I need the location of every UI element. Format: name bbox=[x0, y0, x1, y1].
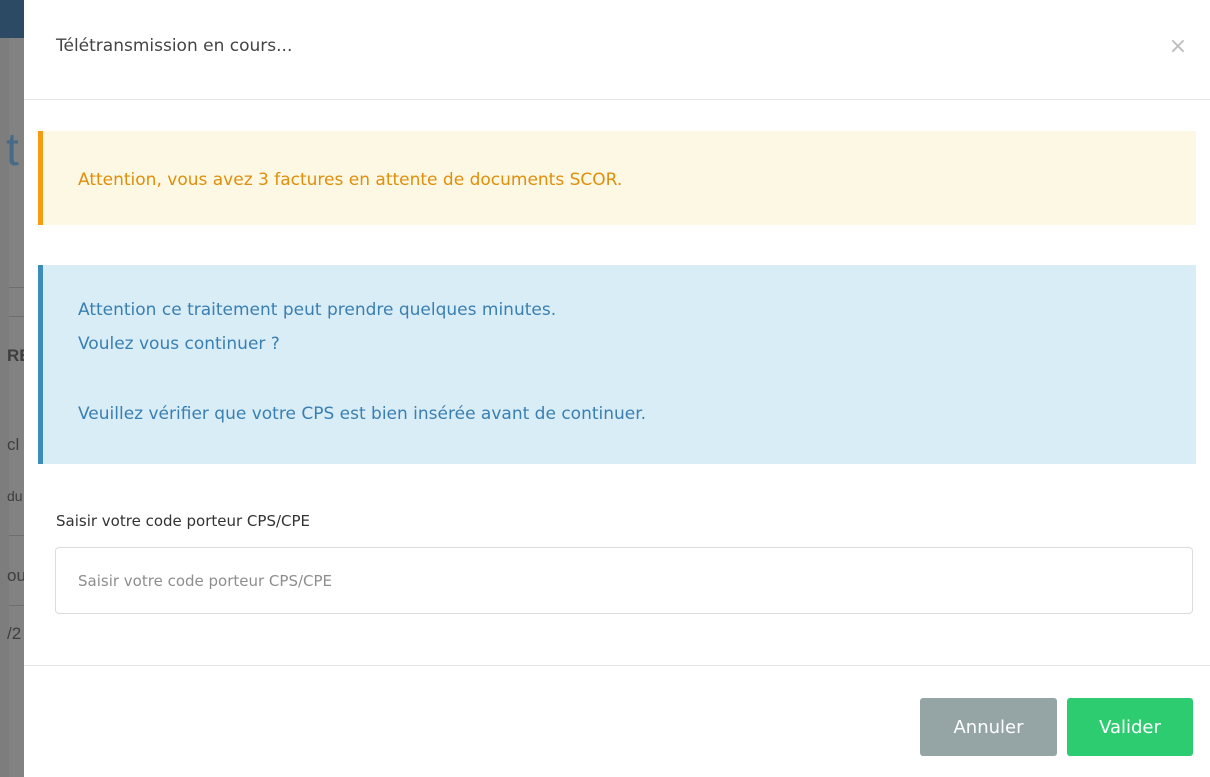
info-message-line: Attention ce traitement peut prendre que… bbox=[78, 300, 557, 320]
close-icon[interactable]: × bbox=[1166, 35, 1190, 59]
background-page: t RE cl du ou /2 bbox=[0, 0, 24, 777]
background-text: cl bbox=[7, 435, 20, 454]
modal-title: Télétransmission en cours... bbox=[56, 36, 293, 56]
warning-message: Attention, vous avez 3 factures en atten… bbox=[78, 170, 623, 190]
modal-footer: Annuler Valider bbox=[24, 665, 1210, 777]
background-divider bbox=[9, 605, 24, 606]
warning-alert: Attention, vous avez 3 factures en atten… bbox=[38, 131, 1196, 225]
background-divider bbox=[9, 535, 24, 536]
background-text: RE bbox=[7, 346, 24, 365]
teletransmission-modal: Télétransmission en cours... × Attention… bbox=[24, 0, 1210, 777]
background-text: ou bbox=[7, 566, 24, 585]
background-text: du bbox=[7, 488, 23, 504]
background-text: t bbox=[6, 123, 19, 175]
page: t RE cl du ou /2 Télétransmission en cou… bbox=[0, 0, 1210, 777]
cancel-button[interactable]: Annuler bbox=[920, 698, 1057, 756]
info-alert: Attention ce traitement peut prendre que… bbox=[38, 265, 1196, 464]
info-message-line: Voulez vous continuer ? bbox=[78, 334, 280, 354]
background-text: /2 bbox=[7, 624, 22, 643]
background-topbar bbox=[0, 0, 24, 38]
background-divider bbox=[9, 316, 24, 317]
cps-code-input[interactable] bbox=[55, 547, 1193, 614]
modal-header: Télétransmission en cours... × bbox=[24, 0, 1210, 100]
background-divider bbox=[9, 287, 24, 288]
validate-button[interactable]: Valider bbox=[1067, 698, 1193, 756]
info-message-line: Veuillez vérifier que votre CPS est bien… bbox=[78, 404, 647, 424]
cps-code-label: Saisir votre code porteur CPS/CPE bbox=[56, 512, 311, 530]
